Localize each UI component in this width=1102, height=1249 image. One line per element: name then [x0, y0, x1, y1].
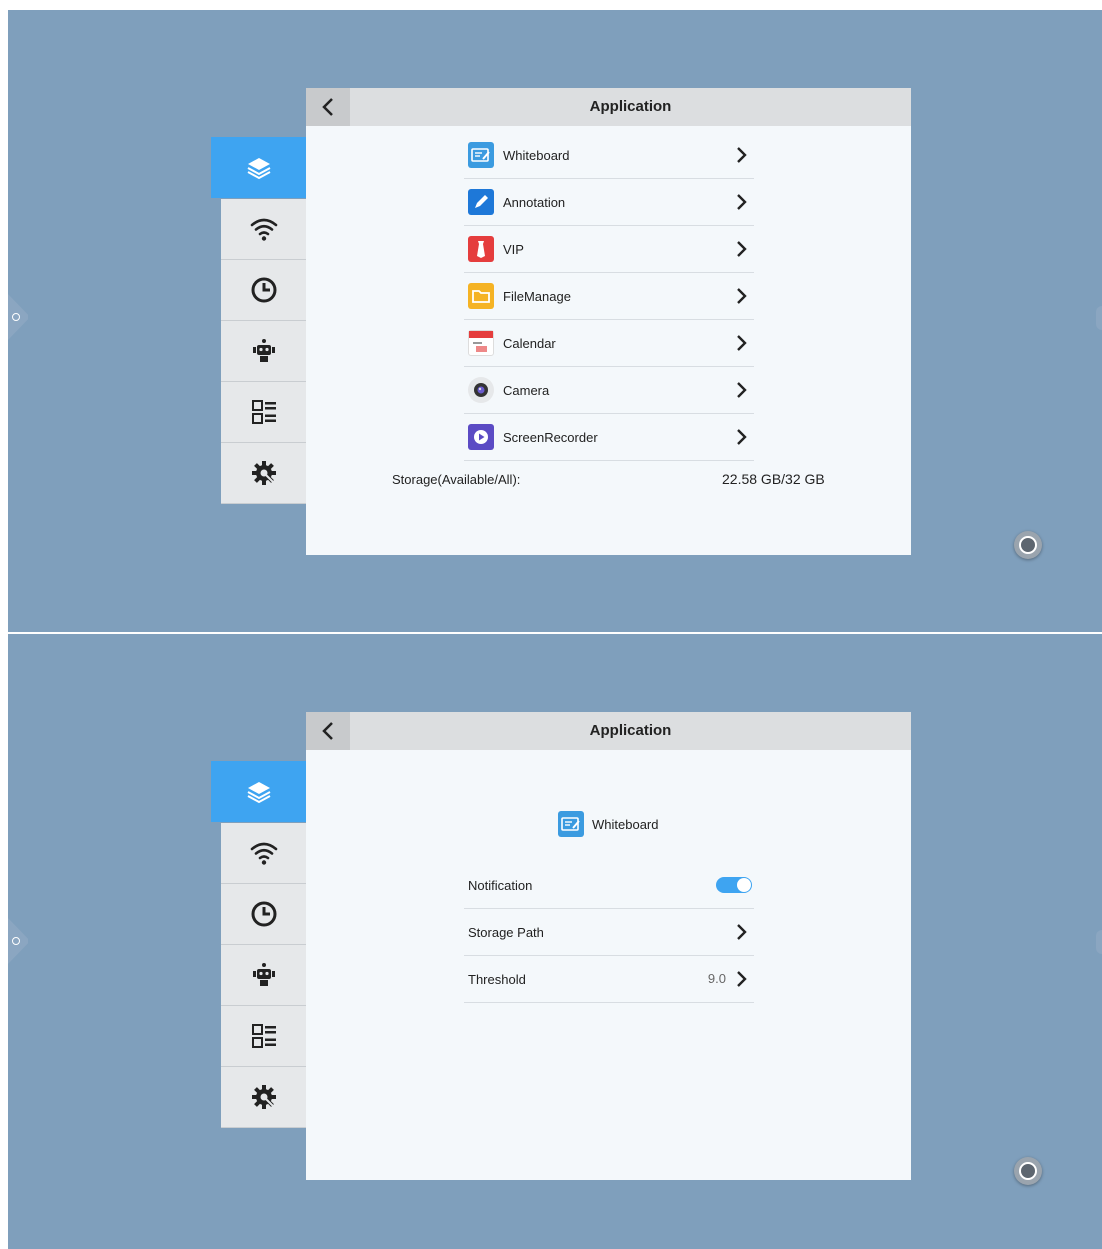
- chevron-right-icon: [737, 924, 747, 940]
- vip-icon: [468, 236, 494, 262]
- threshold-value: 9.0: [707, 971, 726, 986]
- setting-row-storage-path[interactable]: Storage Path: [464, 909, 754, 956]
- panel-header: Application: [306, 88, 911, 126]
- layers-icon: [247, 158, 270, 180]
- chevron-right-icon: [737, 382, 747, 398]
- sidebar-item-application[interactable]: [211, 137, 306, 198]
- storage-label: Storage(Available/All):: [392, 472, 521, 487]
- gear-icon: [251, 461, 276, 485]
- sidebar-item-time[interactable]: [221, 884, 306, 945]
- sidebar-item-network[interactable]: [221, 199, 306, 260]
- left-edge-handle[interactable]: [8, 918, 28, 964]
- back-button[interactable]: [306, 712, 350, 750]
- app-name: Camera: [503, 382, 550, 398]
- wifi-icon: [250, 842, 277, 865]
- chevron-right-icon: [737, 335, 747, 351]
- floating-ball-button[interactable]: [1014, 1157, 1042, 1185]
- layers-icon: [247, 782, 270, 804]
- chevron-right-icon: [737, 429, 747, 445]
- sidebar-item-time[interactable]: [221, 260, 306, 321]
- chevron-left-icon: [322, 722, 333, 740]
- list-grid-icon: [251, 400, 276, 424]
- app-row-filemanage[interactable]: FileManage: [464, 273, 754, 320]
- sidebar-item-application[interactable]: [211, 761, 306, 822]
- sidebar-item-system[interactable]: [221, 1067, 306, 1128]
- page-title: Application: [589, 722, 672, 739]
- app-list-screen: Application Whiteboard Annotation VIP Fi…: [8, 10, 1102, 632]
- notification-toggle[interactable]: [716, 877, 752, 893]
- setting-row-notification: Notification: [464, 862, 754, 909]
- sidebar-item-system[interactable]: [221, 443, 306, 504]
- sidebar-item-network[interactable]: [221, 823, 306, 884]
- setting-row-threshold[interactable]: Threshold 9.0: [464, 956, 754, 1003]
- handle-dot-icon: [12, 313, 20, 321]
- storage-value: 22.58 GB/32 GB: [722, 471, 825, 487]
- app-name: Annotation: [503, 194, 566, 210]
- app-name: VIP: [503, 241, 524, 257]
- right-edge-handle[interactable]: [1096, 306, 1102, 330]
- app-name: Whiteboard: [503, 147, 570, 163]
- robot-icon: [252, 339, 275, 362]
- chevron-right-icon: [737, 147, 747, 163]
- app-list: Whiteboard Annotation VIP FileManage Cal…: [464, 132, 754, 461]
- clock-icon: [251, 277, 276, 303]
- gear-icon: [251, 1085, 276, 1109]
- camera-icon: [468, 377, 494, 403]
- panel-header: Application: [306, 712, 911, 750]
- application-panel: Application Whiteboard Annotation VIP Fi…: [306, 88, 911, 555]
- sidebar-item-assistant[interactable]: [221, 321, 306, 382]
- chevron-right-icon: [737, 194, 747, 210]
- sidebar-item-layout[interactable]: [221, 382, 306, 443]
- whiteboard-icon: [468, 142, 494, 168]
- list-grid-icon: [251, 1024, 276, 1048]
- setting-label: Threshold: [468, 971, 526, 987]
- page-title: Application: [589, 98, 672, 115]
- app-row-screenrecorder[interactable]: ScreenRecorder: [464, 414, 754, 461]
- app-row-annotation[interactable]: Annotation: [464, 179, 754, 226]
- floating-ball-button[interactable]: [1014, 531, 1042, 559]
- app-detail-header: Whiteboard: [558, 811, 658, 837]
- app-name: FileManage: [503, 288, 571, 304]
- setting-label: Storage Path: [468, 924, 544, 940]
- wifi-icon: [250, 218, 277, 241]
- settings-list: Notification Storage Path Threshold 9.0: [464, 862, 754, 1003]
- clock-icon: [251, 901, 276, 927]
- handle-dot-icon: [12, 937, 20, 945]
- app-row-camera[interactable]: Camera: [464, 367, 754, 414]
- chevron-right-icon: [737, 241, 747, 257]
- screen-recorder-icon: [468, 424, 494, 450]
- whiteboard-settings-panel: Application Whiteboard Notification Stor…: [306, 712, 911, 1180]
- app-row-vip[interactable]: VIP: [464, 226, 754, 273]
- chevron-left-icon: [322, 98, 333, 116]
- chevron-right-icon: [737, 288, 747, 304]
- robot-icon: [252, 963, 275, 986]
- app-name: ScreenRecorder: [503, 429, 598, 445]
- sidebar-item-assistant[interactable]: [221, 945, 306, 1006]
- whiteboard-settings-screen: Application Whiteboard Notification Stor…: [8, 634, 1102, 1249]
- whiteboard-icon: [558, 811, 584, 837]
- chevron-right-icon: [737, 971, 747, 987]
- calendar-icon: [468, 330, 494, 356]
- sidebar-item-layout[interactable]: [221, 1006, 306, 1067]
- setting-label: Notification: [468, 877, 533, 893]
- right-edge-handle[interactable]: [1096, 930, 1102, 954]
- app-name: Calendar: [503, 335, 556, 351]
- app-detail-name: Whiteboard: [592, 816, 659, 832]
- annotation-icon: [468, 189, 494, 215]
- app-row-whiteboard[interactable]: Whiteboard: [464, 132, 754, 179]
- left-edge-handle[interactable]: [8, 294, 28, 340]
- app-row-calendar[interactable]: Calendar: [464, 320, 754, 367]
- back-button[interactable]: [306, 88, 350, 126]
- folder-icon: [468, 283, 494, 309]
